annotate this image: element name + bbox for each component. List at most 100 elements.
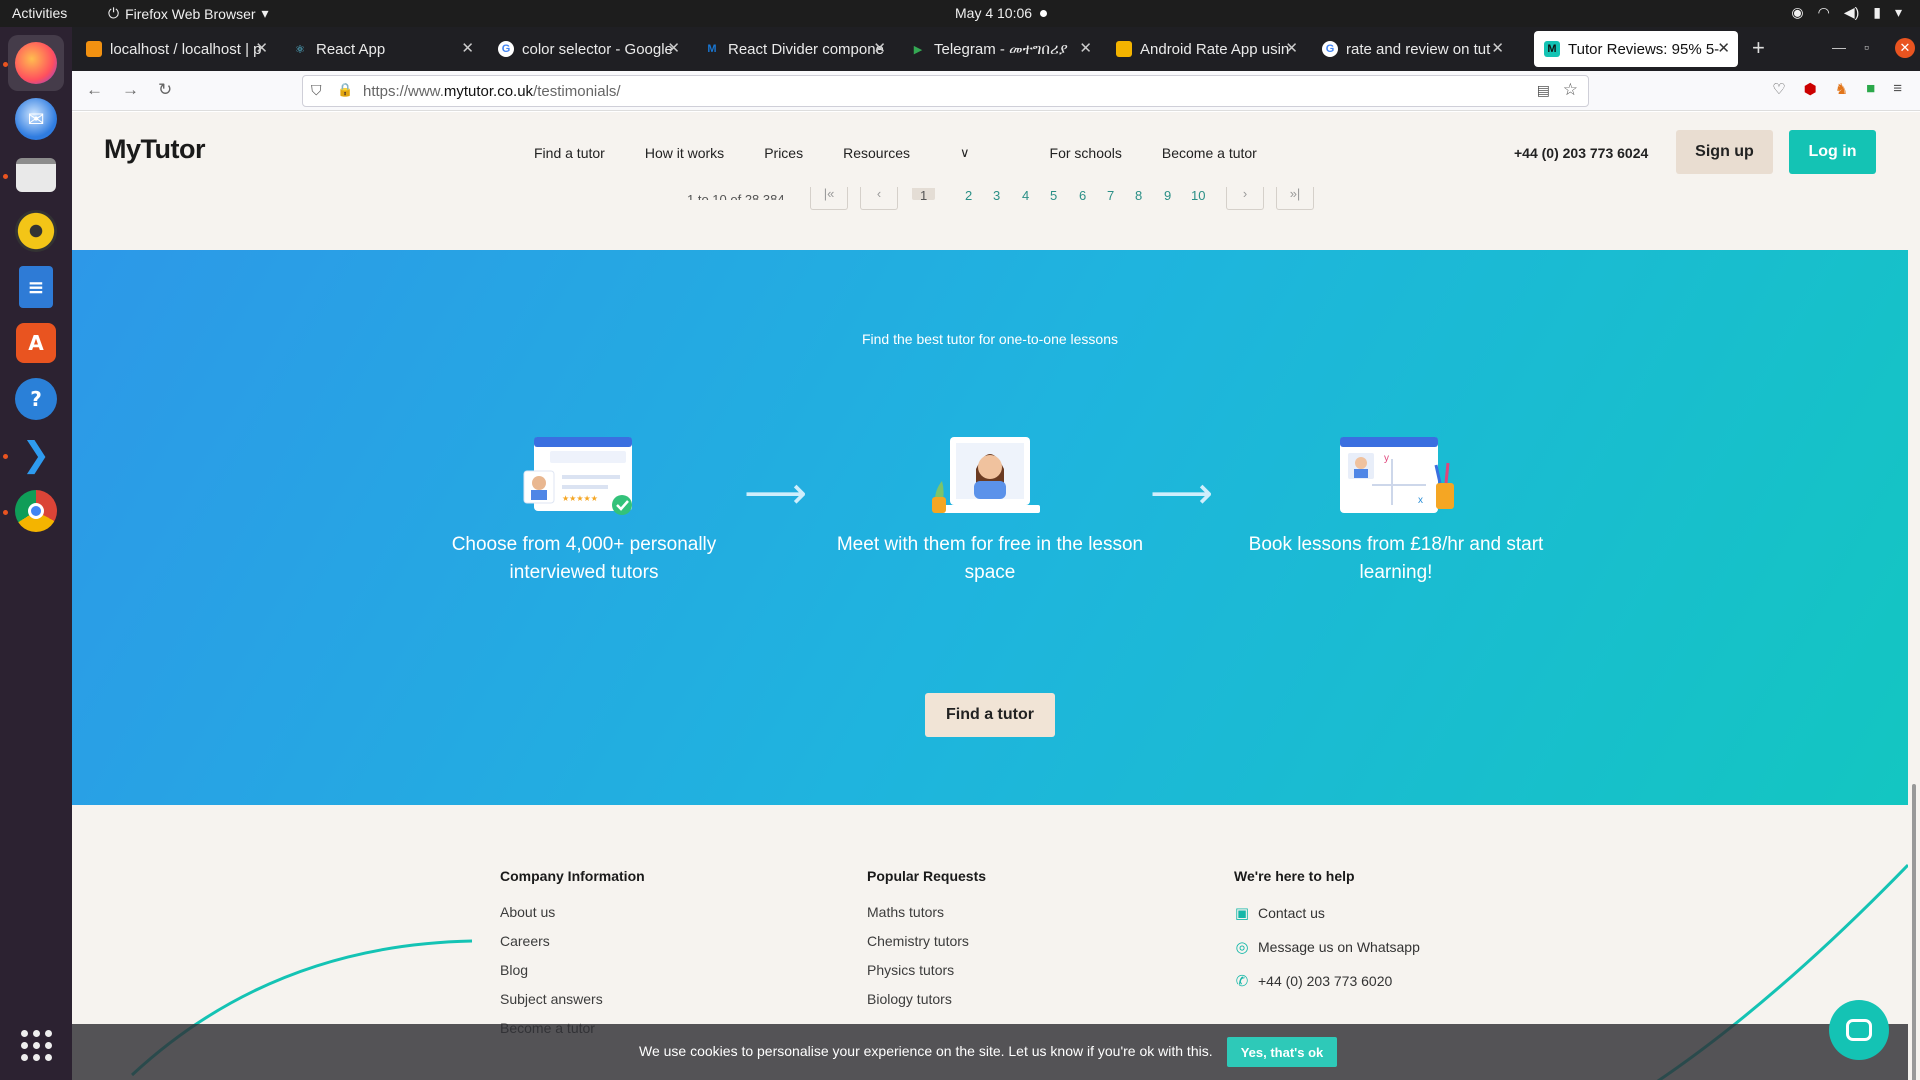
page-10[interactable]: 10 bbox=[1191, 188, 1205, 200]
tab-react-divider[interactable]: M React Divider compone ✕ bbox=[694, 31, 894, 67]
dock-rhythmbox[interactable] bbox=[8, 203, 64, 259]
react-icon: ⚛ bbox=[295, 43, 305, 56]
footer-link-chemistry[interactable]: Chemistry tutors bbox=[867, 933, 986, 949]
tab-react-app[interactable]: ⚛ React App ✕ bbox=[282, 31, 482, 67]
tab-localhost[interactable]: localhost / localhost | p ✕ bbox=[76, 31, 276, 67]
footer-link-biology[interactable]: Biology tutors bbox=[867, 991, 986, 1007]
phone-icon: ✆ bbox=[1235, 973, 1249, 990]
arrow-right-icon: ⟶ bbox=[1150, 469, 1214, 518]
footer-link-about[interactable]: About us bbox=[500, 904, 645, 920]
lesson-laptop-illustration bbox=[926, 435, 1054, 517]
tab-title: Tutor Reviews: 95% 5- bbox=[1568, 40, 1720, 58]
activities-button[interactable]: Activities bbox=[12, 5, 67, 21]
chat-launcher-button[interactable] bbox=[1829, 1000, 1889, 1060]
clock[interactable]: May 4 10:06 bbox=[955, 5, 1048, 21]
page-5[interactable]: 5 bbox=[1050, 188, 1057, 200]
tracking-shield-icon[interactable]: ⛉ bbox=[311, 82, 322, 99]
site-logo[interactable]: MyTutor bbox=[104, 134, 205, 165]
footer-link-physics[interactable]: Physics tutors bbox=[867, 962, 986, 978]
close-icon[interactable]: ✕ bbox=[1491, 39, 1504, 57]
prev-page-button[interactable]: ‹ bbox=[860, 187, 898, 210]
page-2[interactable]: 2 bbox=[965, 188, 972, 200]
bookmark-star-icon[interactable]: ☆ bbox=[1563, 80, 1578, 100]
footer-heading: Popular Requests bbox=[867, 868, 987, 884]
maximize-button[interactable]: ▫ bbox=[1864, 39, 1869, 55]
scrollbar-thumb[interactable] bbox=[1912, 784, 1916, 1080]
footer-link-maths[interactable]: Maths tutors bbox=[867, 904, 986, 920]
tab-color-selector[interactable]: G color selector - Google ✕ bbox=[488, 31, 688, 67]
page-9[interactable]: 9 bbox=[1164, 188, 1171, 200]
dock-thunderbird[interactable]: ✉ bbox=[8, 91, 64, 147]
url-bar[interactable]: ⛉ 🔒 https://www.mytutor.co.uk/testimonia… bbox=[302, 75, 1589, 107]
close-icon[interactable]: ✕ bbox=[461, 39, 474, 57]
menu-for-schools[interactable]: For schools bbox=[1050, 145, 1122, 161]
dock-firefox[interactable] bbox=[8, 35, 64, 91]
show-apps-button[interactable] bbox=[8, 1017, 64, 1073]
rhythmbox-icon bbox=[15, 210, 57, 252]
dock-chrome[interactable] bbox=[8, 483, 64, 539]
pocket-icon[interactable]: ♡ bbox=[1772, 80, 1785, 98]
system-tray[interactable]: ◉ ◠ ◀) ▮ ▾ bbox=[1791, 4, 1902, 21]
reader-view-icon[interactable]: ▤ bbox=[1537, 82, 1550, 99]
close-icon[interactable]: ✕ bbox=[255, 39, 268, 57]
menu-resources[interactable]: Resources ∨ bbox=[843, 145, 1009, 161]
footer-link-careers[interactable]: Careers bbox=[500, 933, 645, 949]
extension-icon[interactable]: ■ bbox=[1866, 80, 1875, 98]
close-icon[interactable]: ✕ bbox=[873, 39, 886, 57]
menu-how-it-works[interactable]: How it works bbox=[645, 145, 724, 161]
metamask-icon[interactable]: ♞ bbox=[1835, 80, 1848, 98]
footer-phone[interactable]: ✆ +44 (0) 203 773 6020 bbox=[1234, 972, 1420, 990]
page-4[interactable]: 4 bbox=[1022, 188, 1029, 200]
last-page-button[interactable]: »| bbox=[1276, 187, 1314, 210]
main-menu: Find a tutor How it works Prices Resourc… bbox=[534, 145, 1297, 161]
page-1[interactable]: 1 bbox=[912, 188, 936, 200]
close-icon[interactable]: ✕ bbox=[1079, 39, 1092, 57]
tab-rate-review[interactable]: G rate and review on tut ✕ bbox=[1312, 31, 1512, 67]
dock-files[interactable] bbox=[8, 147, 64, 203]
footer-contact-us[interactable]: ▣ Contact us bbox=[1234, 904, 1420, 922]
page-6[interactable]: 6 bbox=[1079, 188, 1086, 200]
adblock-icon[interactable]: ⬢ bbox=[1804, 80, 1817, 98]
page-3[interactable]: 3 bbox=[993, 188, 1000, 200]
footer-link-subject-answers[interactable]: Subject answers bbox=[500, 991, 645, 1007]
dock-vscode[interactable]: ❯ bbox=[8, 427, 64, 483]
app-menu[interactable]: ⏻ Firefox Web Browser ▾ bbox=[108, 5, 269, 22]
hamburger-menu-icon[interactable]: ≡ bbox=[1893, 80, 1902, 98]
new-tab-button[interactable]: + bbox=[1752, 35, 1765, 61]
lock-icon[interactable]: 🔒 bbox=[337, 82, 353, 98]
dock-writer[interactable]: ≡ bbox=[8, 259, 64, 315]
forward-button[interactable]: → bbox=[122, 80, 139, 100]
tab-android-rate[interactable]: Android Rate App usin ✕ bbox=[1106, 31, 1306, 67]
page-8[interactable]: 8 bbox=[1135, 188, 1142, 200]
window-close-button[interactable]: ✕ bbox=[1895, 38, 1915, 58]
footer-link-blog[interactable]: Blog bbox=[500, 962, 645, 978]
close-icon[interactable]: ✕ bbox=[1717, 39, 1730, 57]
close-icon[interactable]: ✕ bbox=[667, 39, 680, 57]
menu-prices[interactable]: Prices bbox=[764, 145, 803, 161]
cookie-accept-button[interactable]: Yes, that's ok bbox=[1227, 1037, 1337, 1067]
url-text[interactable]: https://www.mytutor.co.uk/testimonials/ bbox=[363, 83, 621, 100]
dock-help[interactable]: ? bbox=[8, 371, 64, 427]
signup-button[interactable]: Sign up bbox=[1676, 130, 1773, 174]
app-menu-label: Firefox Web Browser bbox=[125, 5, 256, 22]
first-page-button[interactable]: |« bbox=[810, 187, 848, 210]
tab-tutor-reviews[interactable]: M Tutor Reviews: 95% 5- ✕ bbox=[1534, 31, 1738, 67]
login-button[interactable]: Log in bbox=[1789, 130, 1876, 174]
find-a-tutor-button[interactable]: Find a tutor bbox=[925, 693, 1055, 737]
minimize-button[interactable]: — bbox=[1832, 39, 1846, 55]
back-button[interactable]: ← bbox=[86, 80, 103, 100]
tab-title: React Divider compone bbox=[728, 40, 884, 58]
close-icon[interactable]: ✕ bbox=[1285, 39, 1298, 57]
page-7[interactable]: 7 bbox=[1107, 188, 1114, 200]
reload-button[interactable]: ↻ bbox=[158, 80, 172, 100]
tab-telegram[interactable]: ▶ Telegram - መተግበሪያ ✕ bbox=[900, 31, 1100, 67]
footer-whatsapp[interactable]: ◎ Message us on Whatsapp bbox=[1234, 938, 1419, 956]
dock-software[interactable]: A bbox=[8, 315, 64, 371]
next-page-button[interactable]: › bbox=[1226, 187, 1264, 210]
menu-become-a-tutor[interactable]: Become a tutor bbox=[1162, 145, 1257, 161]
menu-find-a-tutor[interactable]: Find a tutor bbox=[534, 145, 605, 161]
arrow-right-icon: ⟶ bbox=[744, 469, 808, 518]
page-scrollbar[interactable] bbox=[1908, 112, 1920, 1080]
header-phone[interactable]: +44 (0) 203 773 6024 bbox=[1514, 145, 1648, 161]
battery-icon: ▮ bbox=[1873, 4, 1881, 20]
